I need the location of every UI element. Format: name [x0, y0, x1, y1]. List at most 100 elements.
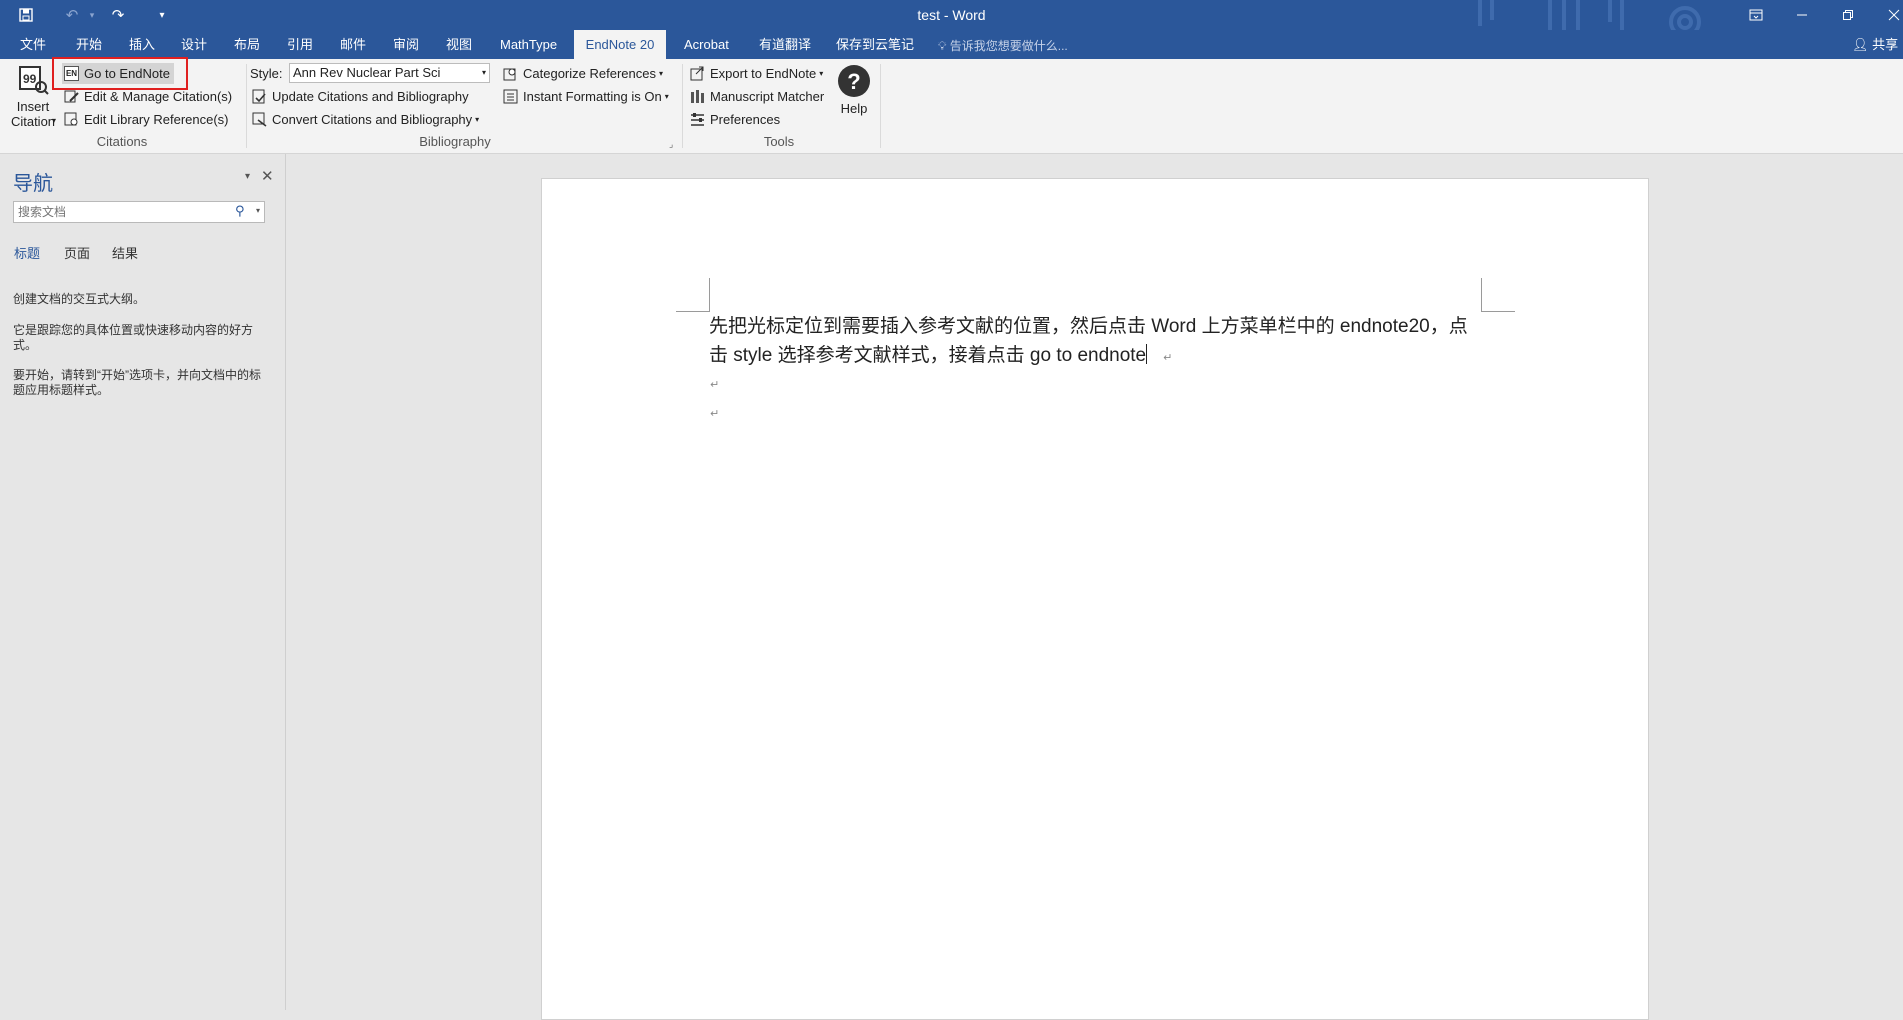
- bibliography-group-label: Bibliography: [419, 134, 491, 149]
- ribbon-separator: [682, 64, 683, 148]
- tell-me-search[interactable]: 💡︎ 告诉我您想要做什么...: [938, 37, 1068, 54]
- instant-formatting-label: Instant Formatting is On: [523, 88, 662, 104]
- title-bar: ↶ ▾ ↷ ▾ test - Word: [0, 0, 1903, 30]
- tell-me-label: 告诉我您想要做什么...: [949, 39, 1068, 53]
- nav-close-icon[interactable]: ✕: [261, 167, 274, 185]
- tab-review[interactable]: 审阅: [385, 30, 427, 59]
- insert-citation-button[interactable]: 99 Insert Citation: [10, 64, 56, 129]
- paragraph-mark: ↵: [710, 408, 720, 420]
- citations-group-label: Citations: [96, 134, 148, 149]
- restore-icon[interactable]: [1825, 0, 1871, 30]
- help-button[interactable]: ? Help: [832, 64, 876, 116]
- document-body[interactable]: 先把光标定位到需要插入参考文献的位置，然后点击 Word 上方菜单栏中的 end…: [709, 312, 1494, 373]
- title-decoration: [1478, 0, 1701, 30]
- person-icon: 👤︎: [1852, 37, 1869, 52]
- nav-tab-pages[interactable]: 页面: [64, 243, 90, 262]
- update-citations-label: Update Citations and Bibliography: [272, 88, 469, 104]
- convert-citations-label: Convert Citations and Bibliography: [272, 111, 473, 127]
- paragraph-mark: ↵: [710, 379, 720, 391]
- categorize-icon: [503, 68, 516, 80]
- nav-message: 创建文档的交互式大纲。: [13, 292, 146, 306]
- tab-view[interactable]: 视图: [438, 30, 480, 59]
- document-line: 击 style 选择参考文献样式，接着点击 go to endnote: [709, 345, 1147, 366]
- nav-message: 它是跟踪您的具体位置或快速移动内容的好方式。: [13, 323, 254, 352]
- highlight-annotation-box: [52, 57, 188, 90]
- instant-formatting-button[interactable]: Instant Formatting is On ▾: [503, 86, 669, 106]
- tab-insert[interactable]: 插入: [121, 30, 163, 59]
- tab-youdao-translate[interactable]: 有道翻译: [751, 30, 819, 59]
- style-dropdown-value: Ann Rev Nuclear Part Sci: [293, 65, 441, 80]
- ribbon-display-options-icon[interactable]: [1733, 0, 1779, 30]
- insert-citation-dropdown-icon[interactable]: ▾: [52, 116, 56, 125]
- text-cursor: [1146, 344, 1148, 364]
- margin-crop-mark: [676, 278, 710, 312]
- categorize-references-label: Categorize References: [523, 65, 656, 81]
- categorize-dropdown-icon: ▾: [658, 68, 663, 78]
- tab-acrobat[interactable]: Acrobat: [676, 30, 737, 59]
- manuscript-matcher-icon: [691, 89, 704, 103]
- ribbon-separator: [246, 64, 247, 148]
- export-icon: [690, 66, 704, 80]
- export-to-endnote-label: Export to EndNote: [710, 65, 817, 81]
- tab-home[interactable]: 开始: [68, 30, 110, 59]
- nav-options-icon[interactable]: ▾: [245, 171, 250, 182]
- preferences-button[interactable]: Preferences: [690, 109, 780, 129]
- tab-references[interactable]: 引用: [279, 30, 321, 59]
- navigation-pane: [0, 154, 286, 1010]
- ribbon-separator: [880, 64, 881, 148]
- document-line-with-cursor: 击 style 选择参考文献样式，接着点击 go to endnote ↵: [709, 341, 1494, 373]
- manuscript-matcher-label: Manuscript Matcher: [710, 88, 825, 104]
- help-label: Help: [840, 101, 868, 116]
- endnote-ribbon: [0, 59, 1903, 154]
- edit-manage-citations-label: Edit & Manage Citation(s): [84, 88, 233, 104]
- margin-crop-mark: [1481, 278, 1515, 312]
- update-citations-icon: [252, 89, 266, 103]
- style-dropdown[interactable]: Ann Rev Nuclear Part Sci ▾: [289, 63, 490, 83]
- nav-tab-headings[interactable]: 标题: [14, 243, 40, 262]
- chevron-down-icon: ▾: [481, 68, 486, 77]
- close-icon[interactable]: [1871, 0, 1903, 30]
- export-to-endnote-button[interactable]: Export to EndNote ▾: [690, 63, 823, 83]
- preferences-icon: [691, 112, 704, 126]
- edit-library-icon: [64, 112, 78, 125]
- share-button[interactable]: 👤︎ 共享: [1852, 34, 1898, 53]
- dialog-launcher-icon[interactable]: ⌟: [669, 139, 673, 150]
- nav-message: 要开始，请转到“开始”选项卡，并向文档中的标题应用标题样式。: [13, 368, 261, 397]
- tab-save-to-cloud-notes[interactable]: 保存到云笔记: [828, 30, 922, 59]
- categorize-references-button[interactable]: Categorize References ▾: [503, 63, 663, 83]
- manuscript-matcher-button[interactable]: Manuscript Matcher: [690, 86, 824, 106]
- preferences-label: Preferences: [710, 111, 781, 127]
- insert-citation-icon: 99: [19, 66, 49, 95]
- instant-formatting-icon: [503, 89, 518, 103]
- style-label: Style:: [250, 65, 283, 81]
- edit-library-references-button[interactable]: Edit Library Reference(s): [64, 109, 229, 129]
- minimize-icon[interactable]: [1779, 0, 1825, 30]
- tab-layout[interactable]: 布局: [226, 30, 268, 59]
- tab-mailings[interactable]: 邮件: [332, 30, 374, 59]
- convert-citations-icon: [252, 112, 267, 127]
- share-label: 共享: [1872, 37, 1899, 52]
- tab-design[interactable]: 设计: [173, 30, 215, 59]
- help-icon: ?: [838, 65, 870, 97]
- update-citations-button[interactable]: Update Citations and Bibliography: [252, 86, 469, 106]
- search-icon[interactable]: ⚲: [235, 203, 245, 219]
- instant-formatting-dropdown-icon: ▾: [664, 91, 669, 101]
- svg-text:?: ?: [847, 69, 860, 94]
- nav-tab-results[interactable]: 结果: [112, 243, 138, 262]
- nav-search-input[interactable]: [13, 201, 265, 223]
- tab-endnote[interactable]: EndNote 20: [574, 30, 666, 59]
- convert-citations-button[interactable]: Convert Citations and Bibliography ▾: [252, 109, 479, 129]
- tools-group-label: Tools: [763, 134, 795, 149]
- tab-file[interactable]: 文件: [12, 30, 54, 59]
- navigation-title: 导航: [13, 173, 53, 195]
- edit-citation-icon: [64, 90, 79, 102]
- insert-citation-label-2: Citation: [10, 114, 56, 129]
- paragraph-mark: ↵: [1163, 352, 1173, 364]
- insert-citation-label-1: Insert: [16, 99, 50, 114]
- convert-dropdown-icon: ▾: [475, 114, 480, 124]
- tab-mathtype[interactable]: MathType: [492, 30, 565, 59]
- lightbulb-icon: 💡︎: [938, 39, 947, 53]
- edit-library-references-label: Edit Library Reference(s): [84, 111, 229, 127]
- svg-text:99: 99: [23, 72, 37, 86]
- search-options-icon[interactable]: ▾: [256, 206, 260, 215]
